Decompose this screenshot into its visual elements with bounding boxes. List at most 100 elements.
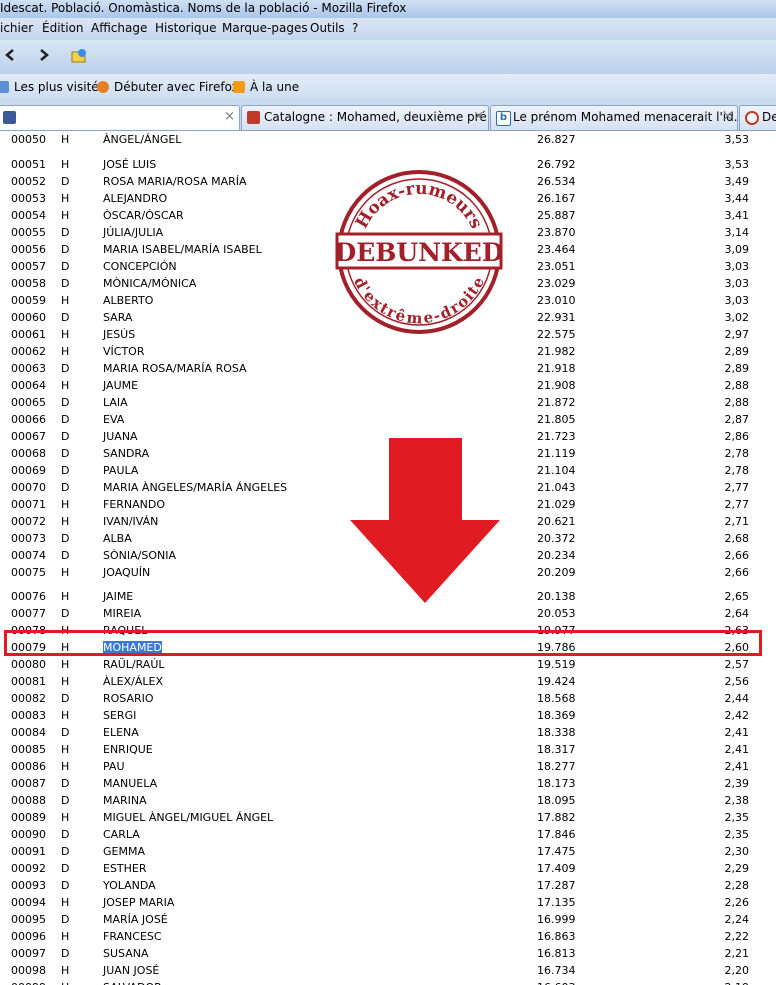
name-cell: ALBERTO xyxy=(103,294,154,307)
per-thousand-cell: 3,09 xyxy=(724,243,750,256)
name-cell: YOLANDA xyxy=(103,879,156,892)
name-cell: ROSARIO xyxy=(103,692,154,705)
rank-cell: 00055 xyxy=(11,226,46,239)
per-thousand-cell: 2,86 xyxy=(724,430,750,443)
frequency-cell: 16.734 xyxy=(537,964,576,977)
forward-arrow-icon[interactable] xyxy=(32,47,54,67)
rank-cell: 00085 xyxy=(11,743,46,756)
frequency-cell: 16.813 xyxy=(537,947,576,960)
rank-cell: 00057 xyxy=(11,260,46,273)
bookmark-headlines[interactable]: À la une xyxy=(233,80,299,94)
per-thousand-cell: 2,30 xyxy=(724,845,750,858)
sex-cell: D xyxy=(61,726,70,739)
table-row: 00088 D MARINA 18.095 2,38 xyxy=(0,793,776,810)
name-cell: ELENA xyxy=(103,726,139,739)
sex-cell: D xyxy=(61,430,70,443)
rank-cell: 00059 xyxy=(11,294,46,307)
per-thousand-cell: 2,35 xyxy=(724,828,750,841)
rank-cell: 00076 xyxy=(11,590,46,603)
frequency-cell: 26.827 xyxy=(537,133,576,146)
per-thousand-cell: 3,53 xyxy=(724,133,750,146)
per-thousand-cell: 3,03 xyxy=(724,294,750,307)
rank-cell: 00087 xyxy=(11,777,46,790)
back-arrow-icon[interactable] xyxy=(0,47,22,67)
sex-cell: D xyxy=(61,396,70,409)
tab-strip: × Catalogne : Mohamed, deuxième pré... ×… xyxy=(0,100,776,131)
menu-view[interactable]: Affichage xyxy=(91,21,147,35)
frequency-cell: 18.277 xyxy=(537,760,576,773)
rank-cell: 00066 xyxy=(11,413,46,426)
name-cell: MÒNICA/MÓNICA xyxy=(103,277,197,290)
name-cell: MIREIA xyxy=(103,607,142,620)
name-cell: JUAN JOSÉ xyxy=(103,964,160,977)
per-thousand-cell: 2,21 xyxy=(724,947,750,960)
rank-cell: 00080 xyxy=(11,658,46,671)
per-thousand-cell: 2,87 xyxy=(724,413,750,426)
tab-active[interactable]: × xyxy=(0,105,240,130)
table-row: 00081 H ÀLEX/ÁLEX 19.424 2,56 xyxy=(0,674,776,691)
sex-cell: D xyxy=(61,794,70,807)
b-icon: b xyxy=(496,111,511,126)
per-thousand-cell: 2,38 xyxy=(724,794,750,807)
tab-prenom[interactable]: b Le prénom Mohamed menacerait l'id... × xyxy=(490,105,738,130)
window-titlebar: Idescat. Població. Onomàstica. Noms de l… xyxy=(0,0,776,18)
frequency-cell: 18.568 xyxy=(537,692,576,705)
frequency-cell: 21.104 xyxy=(537,464,576,477)
bookmark-getting-started[interactable]: Débuter avec Firefox xyxy=(97,80,239,94)
sex-cell: H xyxy=(61,328,70,341)
close-icon[interactable]: × xyxy=(224,109,235,124)
down-arrow-icon xyxy=(350,438,500,603)
rank-cell: 00062 xyxy=(11,345,46,358)
per-thousand-cell: 3,49 xyxy=(724,175,750,188)
frequency-cell: 20.053 xyxy=(537,607,576,620)
per-thousand-cell: 3,41 xyxy=(724,209,750,222)
name-cell: SUSANA xyxy=(103,947,149,960)
name-cell: MANUELA xyxy=(103,777,158,790)
sex-cell: H xyxy=(61,498,70,511)
sex-cell: D xyxy=(61,311,70,324)
menu-bookmarks[interactable]: Marque-pages xyxy=(222,21,308,35)
close-icon[interactable]: × xyxy=(722,109,733,124)
name-cell: FRANCESC xyxy=(103,930,162,943)
table-row: 00062 H VÍCTOR 21.982 2,89 xyxy=(0,344,776,361)
rank-cell: 00054 xyxy=(11,209,46,222)
rank-cell: 00051 xyxy=(11,158,46,171)
menu-tools[interactable]: Outils xyxy=(310,21,345,35)
menu-edit[interactable]: Édition xyxy=(42,21,84,35)
per-thousand-cell: 2,65 xyxy=(724,590,750,603)
table-row: 00090 D CARLA 17.846 2,35 xyxy=(0,827,776,844)
frequency-cell: 18.095 xyxy=(537,794,576,807)
frequency-cell: 25.887 xyxy=(537,209,576,222)
sex-cell: H xyxy=(61,590,70,603)
tab-other[interactable]: De xyxy=(739,105,776,130)
rank-cell: 00077 xyxy=(11,607,46,620)
rank-cell: 00061 xyxy=(11,328,46,341)
sex-cell: H xyxy=(61,209,70,222)
frequency-cell: 17.287 xyxy=(537,879,576,892)
rank-cell: 00060 xyxy=(11,311,46,324)
frequency-cell: 18.173 xyxy=(537,777,576,790)
frequency-cell: 16.603 xyxy=(537,981,576,985)
name-cell: ÀNGEL/ÁNGEL xyxy=(103,133,182,146)
name-cell: SALVADOR xyxy=(103,981,162,985)
sex-cell: H xyxy=(61,675,70,688)
home-sync-icon[interactable] xyxy=(68,47,90,67)
name-cell: MARIA ROSA/MARÍA ROSA xyxy=(103,362,247,375)
menu-file[interactable]: ichier xyxy=(0,21,33,35)
navigation-toolbar xyxy=(0,40,776,110)
table-row: 00085 H ENRIQUE 18.317 2,41 xyxy=(0,742,776,759)
menu-history[interactable]: Historique xyxy=(155,21,217,35)
tab-catalogne[interactable]: Catalogne : Mohamed, deuxième pré... × xyxy=(241,105,489,130)
bookmark-most-visited[interactable]: Les plus visités xyxy=(0,80,105,94)
name-cell: VÍCTOR xyxy=(103,345,145,358)
frequency-cell: 21.043 xyxy=(537,481,576,494)
per-thousand-cell: 2,57 xyxy=(724,658,750,671)
per-thousand-cell: 3,02 xyxy=(724,311,750,324)
rank-cell: 00074 xyxy=(11,549,46,562)
menu-help[interactable]: ? xyxy=(352,21,358,35)
frequency-cell: 21.805 xyxy=(537,413,576,426)
firefox-icon xyxy=(97,81,109,93)
close-icon[interactable]: × xyxy=(473,109,484,124)
table-row: 00097 D SUSANA 16.813 2,21 xyxy=(0,946,776,963)
sex-cell: D xyxy=(61,549,70,562)
